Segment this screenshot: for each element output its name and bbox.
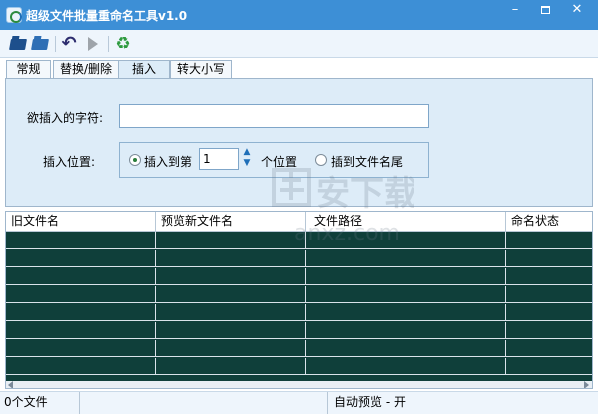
table-cell <box>6 340 156 357</box>
open-files-icon <box>31 38 49 50</box>
status-auto-preview[interactable]: 自动预览 - 开 <box>328 392 598 414</box>
table-cell <box>506 358 592 375</box>
close-button[interactable]: ✕ <box>562 0 592 22</box>
insert-position-group: 插入到第 ▲ ▼ 个位置 插到文件名尾 <box>119 142 429 178</box>
horizontal-scrollbar[interactable] <box>6 381 592 388</box>
app-icon <box>6 7 22 23</box>
run-icon <box>88 37 98 51</box>
table-cell <box>156 268 306 285</box>
insert-index-input[interactable] <box>199 148 239 170</box>
table-cell <box>306 322 506 339</box>
table-row[interactable] <box>6 304 592 321</box>
spin-up-icon[interactable]: ▲ <box>241 147 253 158</box>
insert-chars-label: 欲插入的字符: <box>27 111 104 125</box>
table-row[interactable] <box>6 250 592 267</box>
column-rename-status[interactable]: 命名状态 <box>506 212 592 232</box>
table-cell <box>306 268 506 285</box>
title-bar: 超级文件批量重命名工具v1.0 – ✕ <box>0 0 598 30</box>
tab-insert[interactable]: 插入 <box>118 60 170 79</box>
table-cell <box>156 250 306 267</box>
insert-at-end-label[interactable]: 插到文件名尾 <box>331 153 403 170</box>
open-folder-icon <box>9 38 27 50</box>
recycle-button[interactable]: ♻ <box>113 34 133 54</box>
scroll-right-icon[interactable] <box>584 381 589 388</box>
table-row[interactable] <box>6 322 592 339</box>
table-cell <box>6 304 156 321</box>
table-cell <box>156 286 306 303</box>
tab-change-case[interactable]: 转大小写 <box>170 60 232 78</box>
open-folder-button[interactable] <box>8 34 28 54</box>
table-cell <box>156 232 306 249</box>
tab-replace-delete[interactable]: 替换/删除 <box>53 60 119 78</box>
table-cell <box>306 286 506 303</box>
table-cell <box>306 304 506 321</box>
table-row[interactable] <box>6 268 592 285</box>
table-cell <box>506 250 592 267</box>
column-old-name[interactable]: 旧文件名 <box>6 212 156 232</box>
table-cell <box>6 358 156 375</box>
table-cell <box>6 286 156 303</box>
toolbar: ↶ ♻ <box>0 30 598 58</box>
insert-chars-input[interactable] <box>119 104 429 128</box>
window-title: 超级文件批量重命名工具v1.0 <box>26 9 188 23</box>
table-cell <box>6 250 156 267</box>
insert-index-unit: 个位置 <box>261 155 298 169</box>
table-cell <box>506 340 592 357</box>
table-row[interactable] <box>6 286 592 303</box>
table-cell <box>506 268 592 285</box>
tab-general[interactable]: 常规 <box>6 60 51 78</box>
toolbar-separator <box>108 36 109 52</box>
recycle-icon: ♻ <box>115 34 131 54</box>
table-row[interactable] <box>6 358 592 375</box>
table-cell <box>506 232 592 249</box>
insert-position-label: 插入位置: <box>43 155 96 169</box>
scroll-left-icon[interactable] <box>8 381 13 388</box>
table-cell <box>306 358 506 375</box>
table-cell <box>6 322 156 339</box>
table-cell <box>306 340 506 357</box>
table-cell <box>506 286 592 303</box>
table-cell <box>156 304 306 321</box>
status-bar: 0个文件 自动预览 - 开 <box>0 391 598 414</box>
file-grid[interactable]: 旧文件名 预览新文件名 文件路径 命名状态 <box>5 211 593 389</box>
open-files-button[interactable] <box>30 34 50 54</box>
maximize-icon <box>540 6 550 14</box>
run-button[interactable] <box>83 34 103 54</box>
table-cell <box>6 232 156 249</box>
table-row[interactable] <box>6 232 592 249</box>
table-cell <box>156 340 306 357</box>
maximize-button[interactable] <box>530 0 560 22</box>
table-cell <box>306 232 506 249</box>
minimize-button[interactable]: – <box>500 0 530 22</box>
spin-down-icon[interactable]: ▼ <box>241 158 253 169</box>
table-row[interactable] <box>6 340 592 357</box>
column-new-name-preview[interactable]: 预览新文件名 <box>156 212 306 232</box>
table-cell <box>6 268 156 285</box>
column-file-path[interactable]: 文件路径 <box>306 212 506 232</box>
table-cell <box>306 250 506 267</box>
grid-header: 旧文件名 预览新文件名 文件路径 命名状态 <box>6 212 592 232</box>
table-cell <box>156 358 306 375</box>
status-middle <box>80 392 328 414</box>
insert-at-end-radio[interactable] <box>315 154 327 166</box>
undo-button[interactable]: ↶ <box>59 34 79 54</box>
toolbar-separator <box>55 36 56 52</box>
status-file-count: 0个文件 <box>0 392 80 414</box>
table-cell <box>506 322 592 339</box>
insert-at-index-label[interactable]: 插入到第 <box>144 153 192 170</box>
undo-icon: ↶ <box>61 33 77 54</box>
insert-at-index-radio[interactable] <box>129 154 141 166</box>
insert-panel: 欲插入的字符: 插入位置: 插入到第 ▲ ▼ 个位置 插到文件名尾 <box>5 78 593 207</box>
table-cell <box>156 322 306 339</box>
table-cell <box>506 304 592 321</box>
